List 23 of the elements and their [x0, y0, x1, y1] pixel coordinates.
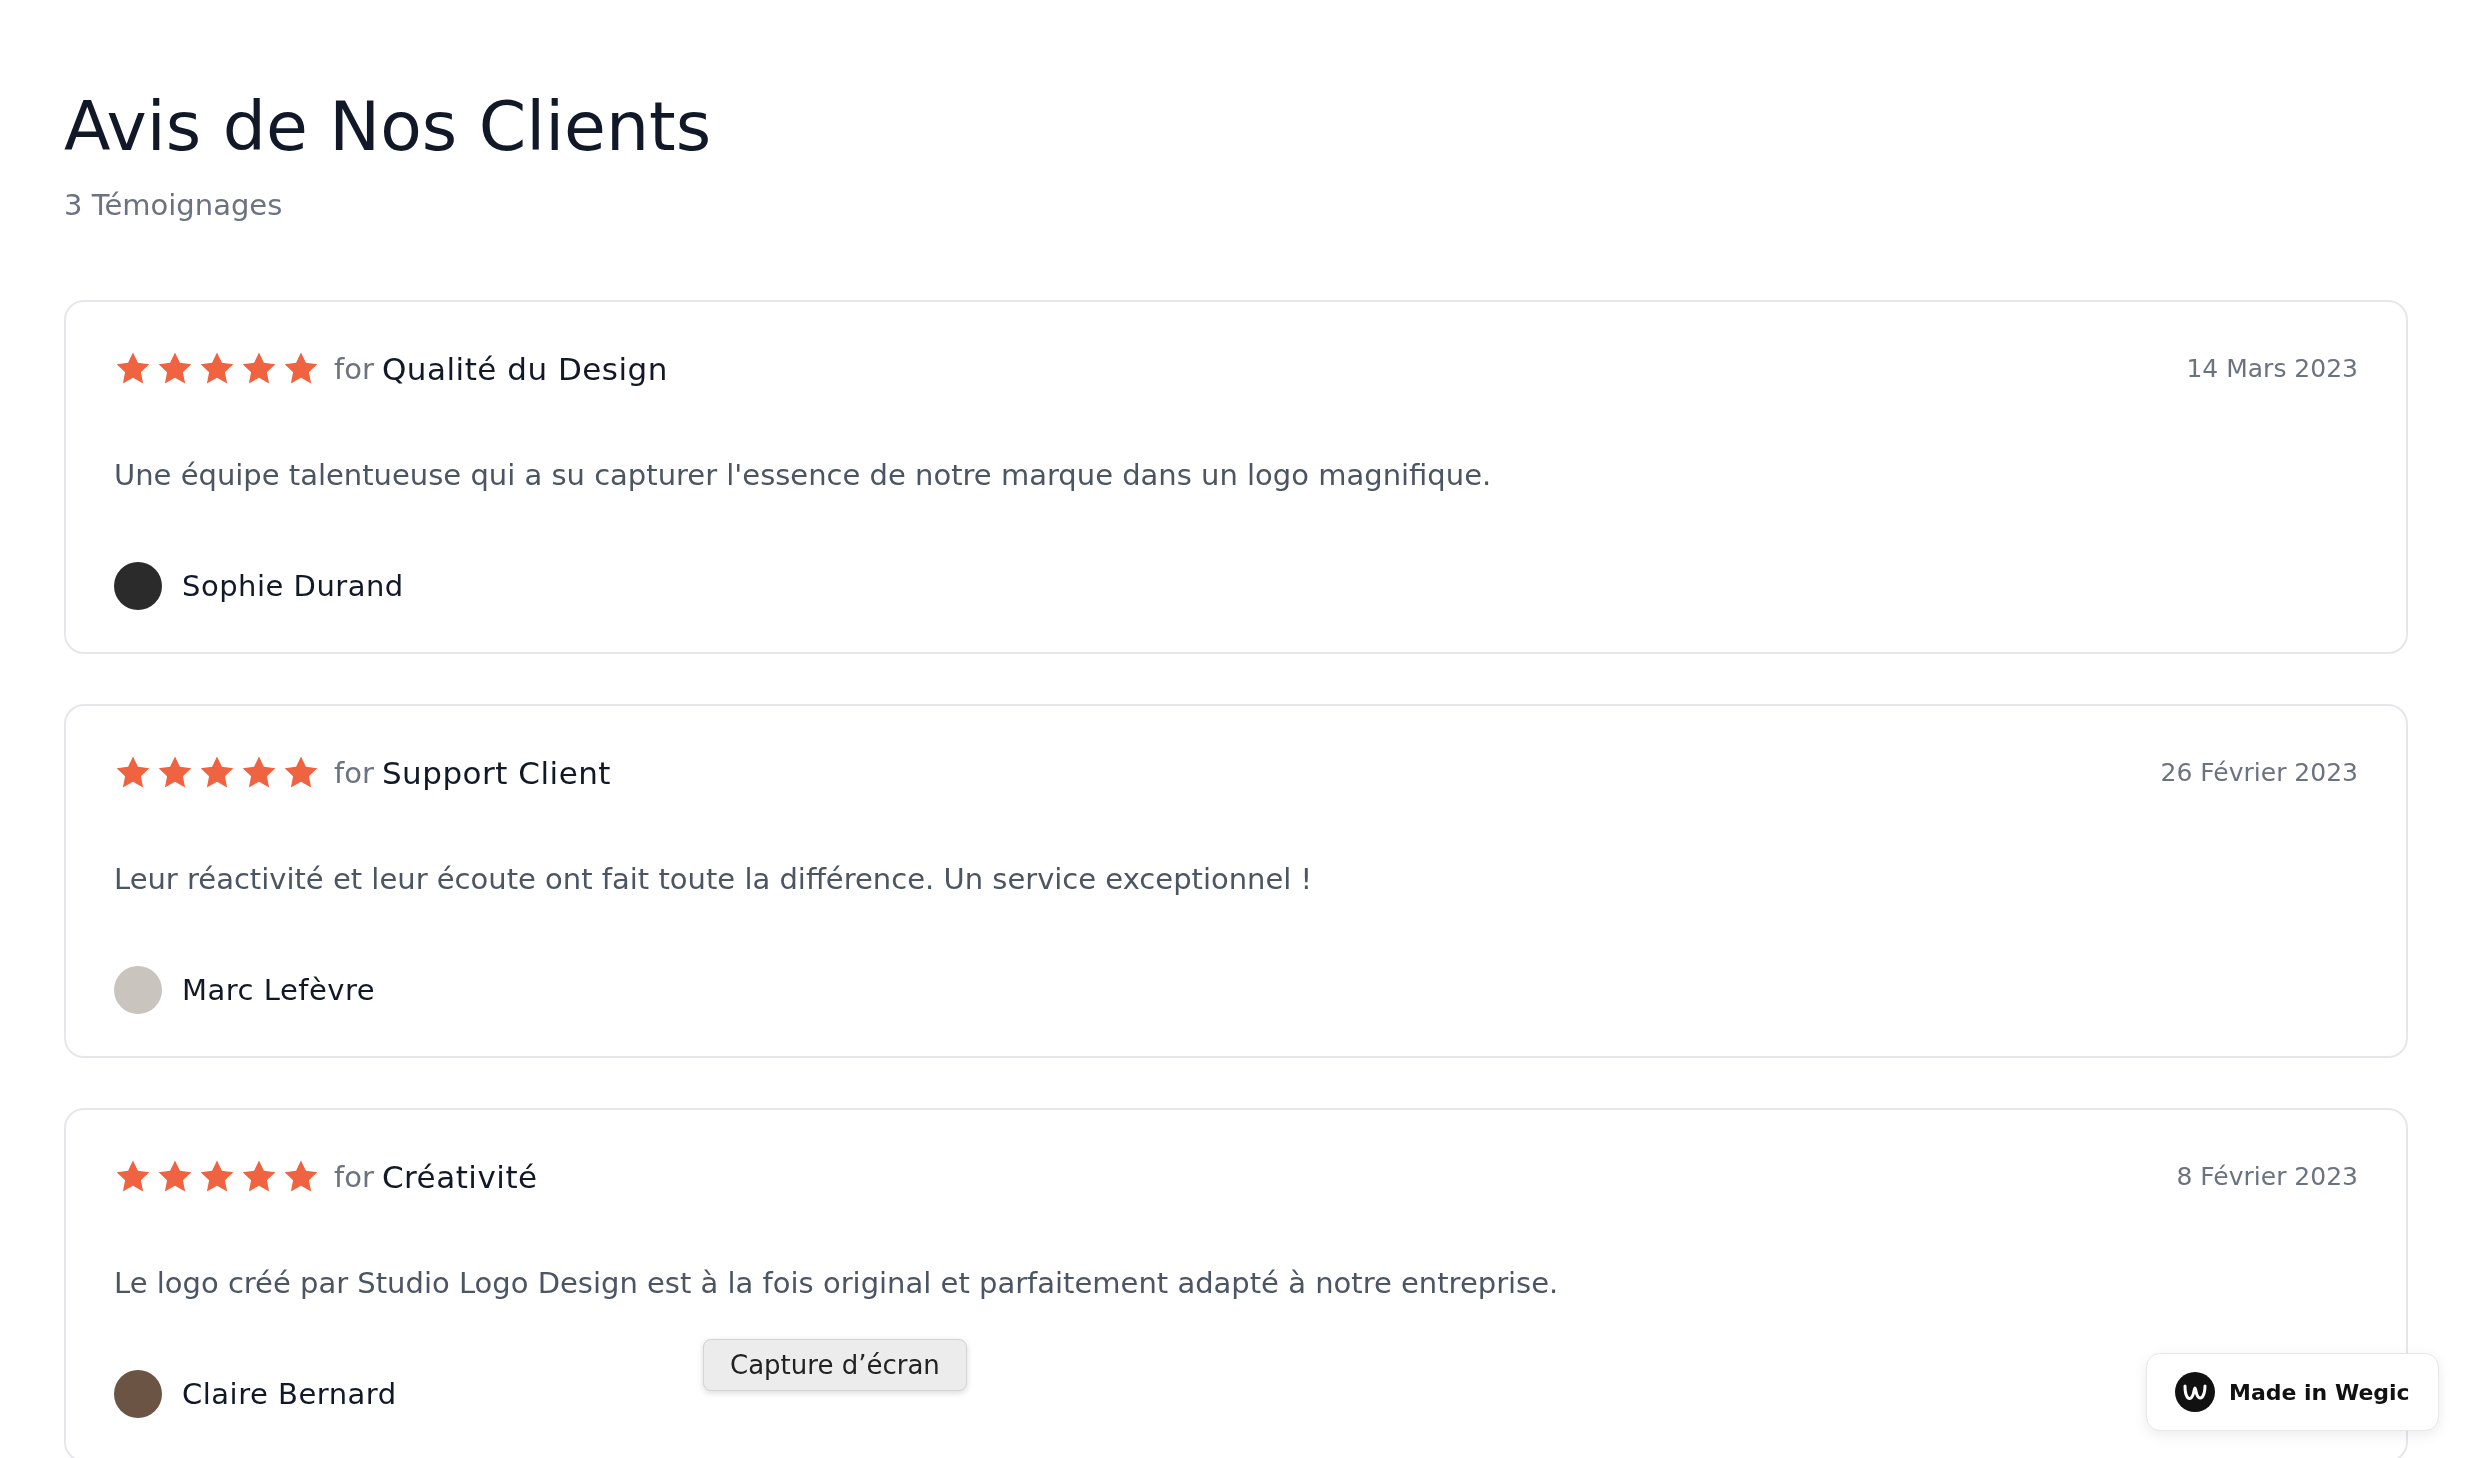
review-date: 26 Février 2023: [2160, 758, 2358, 788]
logo-icon: [2175, 1372, 2215, 1412]
review-date: 14 Mars 2023: [2186, 354, 2358, 384]
made-in-badge[interactable]: Made in Wegic: [2146, 1353, 2439, 1431]
review-text: Une équipe talentueuse qui a su capturer l'essence de notre marque dans un logo magnifique.: [114, 457, 1493, 492]
for-label: for: [334, 755, 374, 790]
page-title: Avis de Nos Clients: [64, 86, 712, 168]
review-text: Le logo créé par Studio Logo Design est à la fois original et parfaitement adapté à notre entreprise.: [114, 1265, 1560, 1300]
for-label: for: [334, 1159, 374, 1194]
author-name: Sophie Durand: [182, 568, 404, 603]
review-topic: Support Client: [381, 754, 612, 791]
review-topic: Créativité: [381, 1158, 538, 1195]
testimonial-count: 3 Témoignages: [64, 187, 283, 222]
author-name: Claire Bernard: [182, 1376, 397, 1411]
author-name: Marc Lefèvre: [182, 972, 376, 1007]
avatar: [114, 965, 162, 1014]
review-date: 8 Février 2023: [2176, 1162, 2358, 1192]
avatar: [114, 1369, 162, 1418]
review-text: Leur réactivité et leur écoute ont fait toute la différence. Un service exceptionnel !: [114, 861, 1314, 896]
avatar: [114, 561, 162, 610]
for-label: for: [334, 351, 374, 386]
review-topic: Qualité du Design: [381, 350, 668, 387]
tooltip: Capture d’écran: [703, 1339, 967, 1391]
